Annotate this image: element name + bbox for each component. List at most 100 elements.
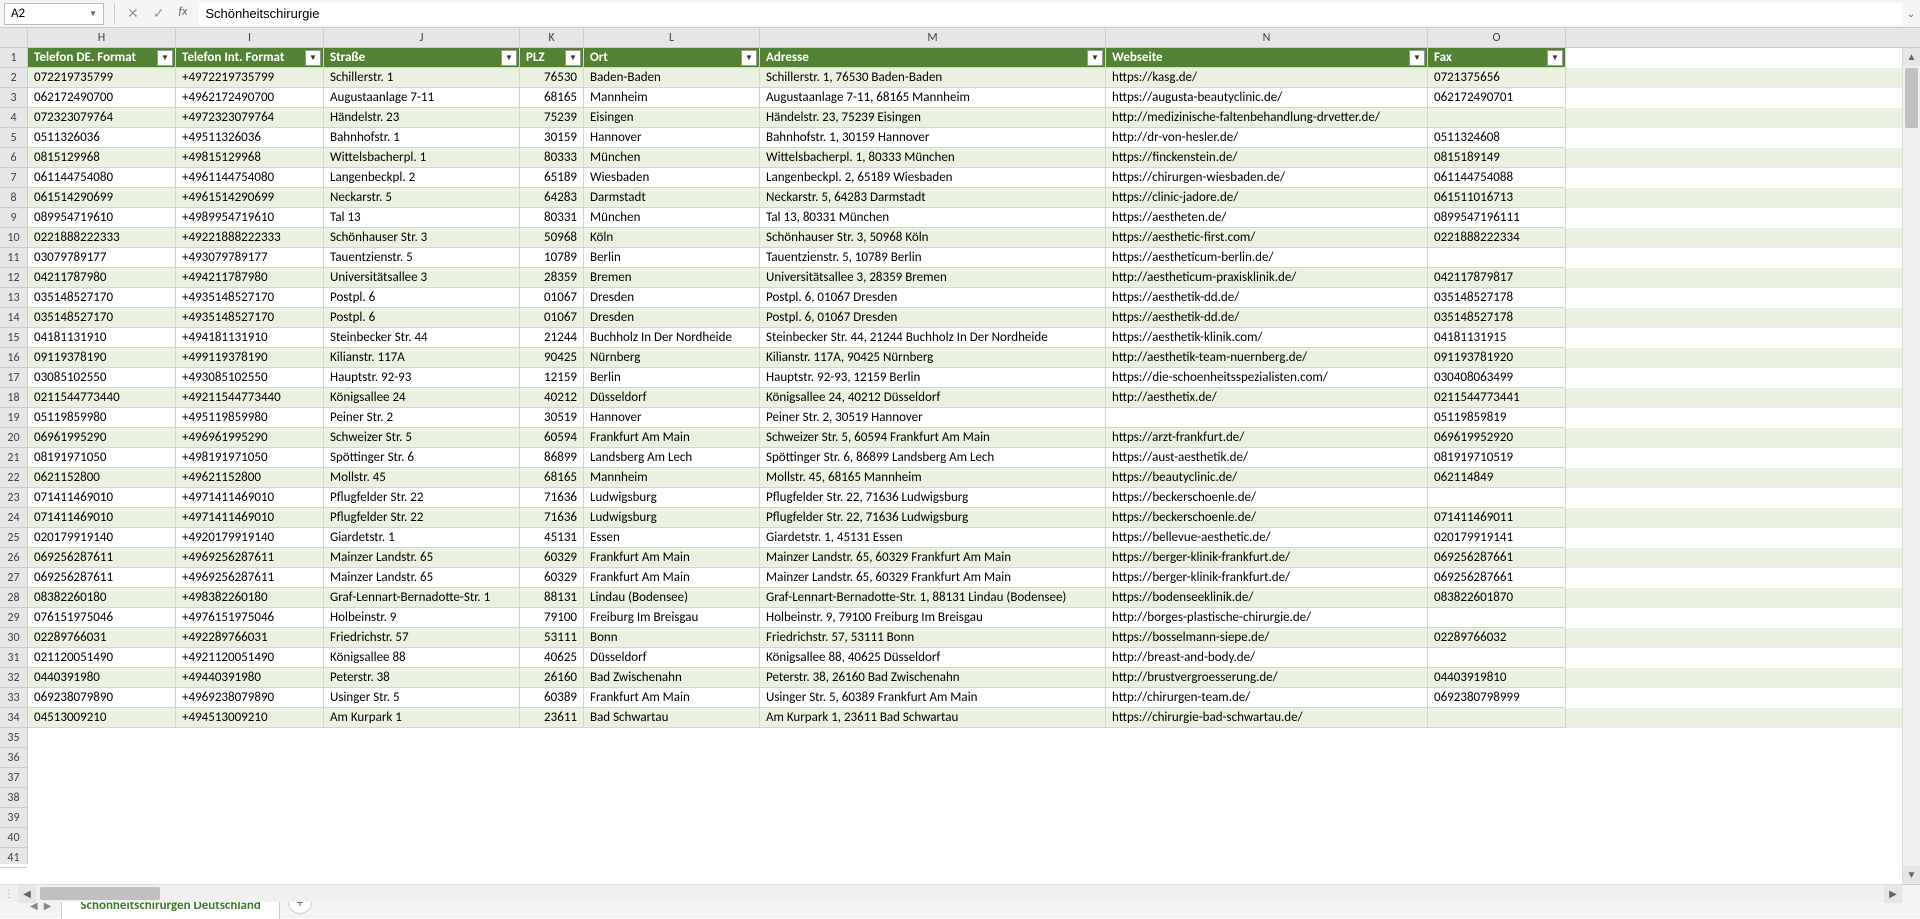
cell[interactable]: Steinbecker Str. 44, 21244 Buchholz In D… — [760, 328, 1106, 348]
table-header-cell[interactable]: Webseite▼ — [1106, 48, 1428, 68]
cell[interactable]: +498382260180 — [176, 588, 324, 608]
row-header[interactable]: 40 — [0, 828, 27, 848]
cell[interactable]: 60389 — [520, 688, 584, 708]
cell[interactable]: 042117879817 — [1428, 268, 1566, 288]
cell[interactable]: Steinbecker Str. 44 — [324, 328, 520, 348]
cell[interactable]: https://finckenstein.de/ — [1106, 148, 1428, 168]
cell[interactable]: 0692380798999 — [1428, 688, 1566, 708]
cell[interactable]: 05119859980 — [28, 408, 176, 428]
cell[interactable]: Postpl. 6 — [324, 288, 520, 308]
cell[interactable]: +49221888222333 — [176, 228, 324, 248]
cell[interactable]: https://bosselmann-siepe.de/ — [1106, 628, 1428, 648]
row-header[interactable]: 41 — [0, 848, 27, 868]
cell[interactable]: 069619952920 — [1428, 428, 1566, 448]
cell[interactable]: Händelstr. 23 — [324, 108, 520, 128]
cell[interactable]: Schweizer Str. 5, 60594 Frankfurt Am Mai… — [760, 428, 1106, 448]
cell[interactable]: 02289766031 — [28, 628, 176, 648]
cell[interactable]: http://dr-von-hesler.de/ — [1106, 128, 1428, 148]
cell[interactable]: Lindau (Bodensee) — [584, 588, 760, 608]
cell[interactable]: Wittelsbacherpl. 1 — [324, 148, 520, 168]
cell[interactable]: +4989954719610 — [176, 208, 324, 228]
row-header[interactable]: 25 — [0, 528, 27, 548]
scroll-left-icon[interactable]: ◀ — [18, 885, 36, 903]
cell[interactable]: +4961144754080 — [176, 168, 324, 188]
cell[interactable]: Neckarstr. 5 — [324, 188, 520, 208]
cell[interactable]: Peterstr. 38 — [324, 668, 520, 688]
row-header[interactable]: 24 — [0, 508, 27, 528]
cell[interactable]: 23611 — [520, 708, 584, 728]
formula-bar-expand-icon[interactable]: ⌄ — [1902, 7, 1920, 20]
cell[interactable]: Postpl. 6, 01067 Dresden — [760, 288, 1106, 308]
cancel-icon[interactable]: ✕ — [127, 5, 139, 22]
cell[interactable]: Baden-Baden — [584, 68, 760, 88]
cell[interactable]: München — [584, 208, 760, 228]
cell[interactable] — [1428, 488, 1566, 508]
cell[interactable]: 60329 — [520, 568, 584, 588]
cell[interactable]: 035148527170 — [28, 308, 176, 328]
table-header-cell[interactable]: PLZ▼ — [520, 48, 584, 68]
cell[interactable]: 0815189149 — [1428, 148, 1566, 168]
row-header[interactable]: 26 — [0, 548, 27, 568]
row-header[interactable]: 32 — [0, 668, 27, 688]
cell[interactable]: Bad Schwartau — [584, 708, 760, 728]
cell[interactable]: Pflugfelder Str. 22, 71636 Ludwigsburg — [760, 508, 1106, 528]
cell[interactable]: 12159 — [520, 368, 584, 388]
cell[interactable]: Postpl. 6 — [324, 308, 520, 328]
cell[interactable]: Friedrichstr. 57 — [324, 628, 520, 648]
cell[interactable]: Freiburg Im Breisgau — [584, 608, 760, 628]
scroll-right-icon[interactable]: ▶ — [1884, 885, 1902, 903]
cell[interactable]: Bahnhofstr. 1 — [324, 128, 520, 148]
cell[interactable]: 076151975046 — [28, 608, 176, 628]
filter-dropdown-icon[interactable]: ▼ — [501, 50, 517, 66]
filter-dropdown-icon[interactable]: ▼ — [157, 50, 173, 66]
cell[interactable]: Friedrichstr. 57, 53111 Bonn — [760, 628, 1106, 648]
cell[interactable]: 061144754080 — [28, 168, 176, 188]
row-header[interactable]: 33 — [0, 688, 27, 708]
cell[interactable]: Königsallee 88 — [324, 648, 520, 668]
cell[interactable]: +4969256287611 — [176, 568, 324, 588]
cell[interactable]: 020179919141 — [1428, 528, 1566, 548]
cell[interactable]: Eisingen — [584, 108, 760, 128]
cell[interactable]: Kilianstr. 117A, 90425 Nürnberg — [760, 348, 1106, 368]
cell[interactable]: +4971411469010 — [176, 488, 324, 508]
cell[interactable]: Spöttinger Str. 6, 86899 Landsberg Am Le… — [760, 448, 1106, 468]
row-header[interactable]: 4 — [0, 108, 27, 128]
row-header[interactable]: 2 — [0, 68, 27, 88]
cell[interactable]: Graf-Lennart-Bernadotte-Str. 1 — [324, 588, 520, 608]
row-header[interactable]: 22 — [0, 468, 27, 488]
cell[interactable]: 0721375656 — [1428, 68, 1566, 88]
cell[interactable] — [1428, 708, 1566, 728]
cell[interactable]: Langenbeckpl. 2, 65189 Wiesbaden — [760, 168, 1106, 188]
column-header-J[interactable]: J — [324, 28, 520, 47]
cell[interactable]: Pflugfelder Str. 22 — [324, 508, 520, 528]
cell[interactable]: http://aesthetix.de/ — [1106, 388, 1428, 408]
cell[interactable]: Tauentzienstr. 5, 10789 Berlin — [760, 248, 1106, 268]
cell[interactable]: 081919710519 — [1428, 448, 1566, 468]
cell[interactable]: https://aesthetic-first.com/ — [1106, 228, 1428, 248]
cell[interactable]: Augustaanlage 7-11 — [324, 88, 520, 108]
cell[interactable]: Frankfurt Am Main — [584, 548, 760, 568]
cell[interactable]: Usinger Str. 5 — [324, 688, 520, 708]
cell[interactable]: Mannheim — [584, 88, 760, 108]
cell[interactable]: 062172490701 — [1428, 88, 1566, 108]
cell[interactable]: 035148527178 — [1428, 308, 1566, 328]
filter-dropdown-icon[interactable]: ▼ — [565, 50, 581, 66]
cell[interactable]: +49511326036 — [176, 128, 324, 148]
cell[interactable]: 035148527170 — [28, 288, 176, 308]
cell[interactable]: +4920179919140 — [176, 528, 324, 548]
cell[interactable]: Hauptstr. 92-93 — [324, 368, 520, 388]
cell[interactable]: 072323079764 — [28, 108, 176, 128]
row-header[interactable]: 3 — [0, 88, 27, 108]
cell[interactable]: 0211544773441 — [1428, 388, 1566, 408]
filter-dropdown-icon[interactable]: ▼ — [741, 50, 757, 66]
cell[interactable]: 09119378190 — [28, 348, 176, 368]
cell[interactable]: 04181131910 — [28, 328, 176, 348]
cell[interactable]: +4921120051490 — [176, 648, 324, 668]
cell[interactable]: +49211544773440 — [176, 388, 324, 408]
cell[interactable]: https://chirurgie-bad-schwartau.de/ — [1106, 708, 1428, 728]
cell[interactable]: +492289766031 — [176, 628, 324, 648]
vscroll-thumb[interactable] — [1905, 68, 1918, 128]
cell[interactable]: 069238079890 — [28, 688, 176, 708]
cell[interactable]: 40625 — [520, 648, 584, 668]
cell[interactable]: Holbeinstr. 9, 79100 Freiburg Im Breisga… — [760, 608, 1106, 628]
